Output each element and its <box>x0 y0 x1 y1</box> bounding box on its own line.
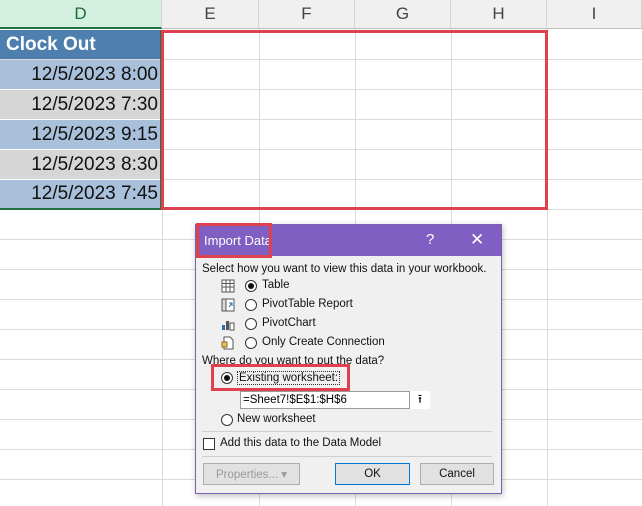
close-button[interactable]: ✕ <box>470 230 484 250</box>
cell-d5[interactable]: 12/5/2023 8:30 <box>0 150 160 180</box>
data-model-checkbox[interactable] <box>203 438 215 450</box>
column-header-d[interactable]: D <box>0 0 162 29</box>
target-range-highlight <box>161 30 548 210</box>
column-header-f[interactable]: F <box>259 0 355 29</box>
table-icon <box>221 279 235 293</box>
column-header-g[interactable]: G <box>355 0 451 29</box>
cell-d1-clock-out-header[interactable]: Clock Out <box>0 30 160 59</box>
column-header-h[interactable]: H <box>451 0 547 29</box>
existing-worksheet-highlight <box>211 364 350 391</box>
column-header-i[interactable]: I <box>547 0 642 29</box>
connection-icon <box>221 336 234 350</box>
view-pivottable-label[interactable]: PivotTable Report <box>262 298 353 310</box>
cell-d6[interactable]: 12/5/2023 7:45 <box>0 180 160 209</box>
help-button[interactable]: ? <box>426 231 434 248</box>
selection-border <box>0 208 161 210</box>
properties-button[interactable]: Properties... ▾ <box>203 463 300 485</box>
dialog-separator <box>202 456 492 457</box>
cell-d2[interactable]: 12/5/2023 8:00 <box>0 60 160 90</box>
view-connection-radio[interactable] <box>245 337 257 349</box>
view-table-label[interactable]: Table <box>262 279 290 291</box>
title-highlight <box>196 223 272 258</box>
cell-d3[interactable]: 12/5/2023 7:30 <box>0 90 160 120</box>
pivotchart-icon <box>222 321 235 331</box>
view-connection-label[interactable]: Only Create Connection <box>262 336 385 348</box>
cancel-button[interactable]: Cancel <box>420 463 494 485</box>
pivottable-icon <box>221 298 235 312</box>
new-worksheet-label[interactable]: New worksheet <box>237 413 316 425</box>
range-reference-input[interactable]: =Sheet7!$E$1:$H$6 <box>240 391 430 409</box>
view-pivottable-radio[interactable] <box>245 299 257 311</box>
ok-button[interactable]: OK <box>335 463 410 485</box>
data-model-label[interactable]: Add this data to the Data Model <box>220 437 381 449</box>
new-worksheet-radio[interactable] <box>221 414 233 426</box>
column-header-e[interactable]: E <box>162 0 259 29</box>
view-table-radio[interactable] <box>245 280 257 292</box>
view-pivotchart-label[interactable]: PivotChart <box>262 317 316 329</box>
collapse-dialog-button[interactable]: ⭱ <box>409 391 430 409</box>
dialog-separator <box>202 431 492 432</box>
view-prompt-label: Select how you want to view this data in… <box>202 263 487 275</box>
cell-d4[interactable]: 12/5/2023 9:15 <box>0 120 160 150</box>
view-pivotchart-radio[interactable] <box>245 318 257 330</box>
